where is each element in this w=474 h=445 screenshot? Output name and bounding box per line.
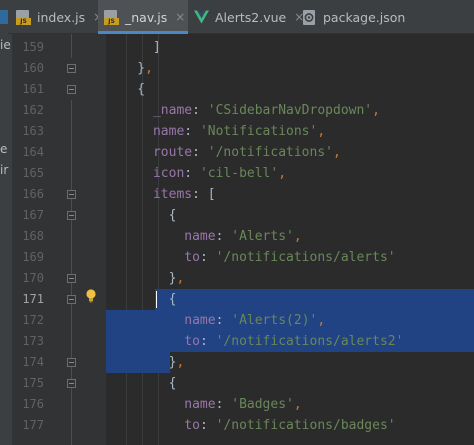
- code-line[interactable]: to: '/notifications/badges': [106, 415, 395, 436]
- tab-label: _nav.js: [125, 9, 168, 25]
- line-number: 174: [22, 355, 44, 369]
- tab-label: package.json: [323, 9, 406, 25]
- tab-package-json[interactable]: package.json: [296, 0, 416, 34]
- code-line[interactable]: {: [106, 373, 177, 394]
- code-line[interactable]: to: '/notifications/alerts': [106, 247, 395, 268]
- project-panel-edge: ie e ir: [0, 34, 12, 445]
- fold-toggle-icon[interactable]: [67, 64, 76, 73]
- fold-toggle-icon[interactable]: [67, 85, 76, 94]
- js-file-icon: JS: [16, 9, 31, 25]
- code-line[interactable]: to: '/notifications/alerts2': [106, 331, 403, 352]
- line-number: 170: [22, 271, 44, 285]
- line-number: 159: [22, 40, 44, 54]
- code-line[interactable]: {: [106, 289, 177, 310]
- selection-highlight: [155, 289, 474, 310]
- code-line[interactable]: {: [106, 79, 145, 100]
- fold-toggle-icon[interactable]: [67, 358, 76, 367]
- tab-nav-js[interactable]: JS _nav.js ×: [98, 0, 188, 34]
- fold-toggle-icon[interactable]: [67, 274, 76, 283]
- fold-guide: [71, 100, 72, 445]
- code-line[interactable]: {: [106, 205, 177, 226]
- line-number: 169: [22, 250, 44, 264]
- lightbulb-icon[interactable]: [85, 289, 97, 303]
- code-line[interactable]: name: 'Notifications',: [106, 121, 325, 142]
- panel-text-fragment: ie: [0, 38, 11, 52]
- line-number: 176: [22, 397, 44, 411]
- line-number: 160: [22, 61, 44, 75]
- code-line[interactable]: name: 'Alerts(2)',: [106, 310, 325, 331]
- line-number: 167: [22, 208, 44, 222]
- fold-toggle-icon[interactable]: [67, 211, 76, 220]
- fold-toggle-icon[interactable]: [67, 295, 76, 304]
- vue-file-icon: [194, 10, 209, 24]
- line-number: 164: [22, 145, 44, 159]
- close-icon[interactable]: ×: [175, 10, 185, 24]
- line-number: 163: [22, 124, 44, 138]
- line-number: 173: [22, 334, 44, 348]
- code-line[interactable]: icon: 'cil-bell',: [106, 163, 286, 184]
- line-number: 177: [22, 418, 44, 432]
- panel-text-fragment: ir: [0, 163, 9, 177]
- json-file-icon: [303, 9, 315, 25]
- line-number-gutter: 159 160 161 162 163 164 165 166 167 168 169 170 171 1…: [12, 34, 106, 445]
- tab-label: index.js: [37, 9, 86, 25]
- line-number: 166: [22, 187, 44, 201]
- code-line[interactable]: },: [106, 352, 185, 373]
- line-number: 171: [22, 292, 44, 306]
- fold-guide: [71, 34, 72, 58]
- tab-alerts2-vue[interactable]: Alerts2.vue ×: [188, 0, 304, 34]
- line-number: 168: [22, 229, 44, 243]
- line-number: 162: [22, 103, 44, 117]
- line-number: 161: [22, 82, 44, 96]
- panel-text-fragment: e: [0, 142, 8, 156]
- tab-index-js[interactable]: JS index.js ×: [10, 0, 103, 34]
- tab-scroll-edge: [0, 0, 8, 34]
- fold-toggle-icon[interactable]: [67, 379, 76, 388]
- code-line[interactable]: _name: 'CSidebarNavDropdown',: [106, 100, 380, 121]
- code-line[interactable]: items: [: [106, 184, 216, 205]
- code-editor[interactable]: ] }, { _name: 'CSidebarNavDropdown', nam…: [106, 34, 474, 445]
- code-line[interactable]: ]: [106, 37, 161, 58]
- js-file-icon: JS: [104, 9, 119, 25]
- tab-label: Alerts2.vue: [215, 9, 287, 25]
- code-line[interactable]: name: 'Badges',: [106, 394, 301, 415]
- line-number: 165: [22, 166, 44, 180]
- fold-toggle-icon[interactable]: [67, 190, 76, 199]
- line-number: 172: [22, 313, 44, 327]
- code-line[interactable]: name: 'Alerts',: [106, 226, 301, 247]
- code-line[interactable]: },: [106, 268, 185, 289]
- line-number: 175: [22, 376, 44, 390]
- code-line[interactable]: route: '/notifications',: [106, 142, 341, 163]
- code-line[interactable]: },: [106, 58, 153, 79]
- editor-tab-bar: JS index.js × JS _nav.js × Alerts2.vue ×…: [0, 0, 474, 34]
